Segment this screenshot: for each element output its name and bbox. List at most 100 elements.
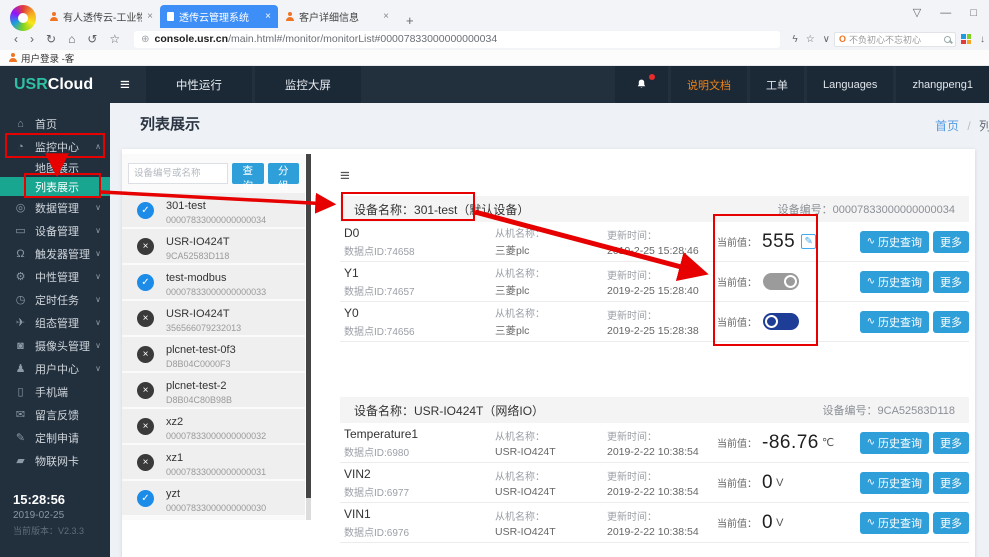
status-badge: ✓	[137, 273, 154, 291]
docs-link[interactable]: 说明文档	[670, 66, 747, 103]
device-list-item[interactable]: × USR-IO424T 9CA52583D118	[122, 229, 305, 263]
group-button[interactable]: 分组	[267, 163, 299, 192]
tab-close-icon[interactable]: ×	[147, 11, 153, 22]
status-badge: ×	[137, 237, 154, 255]
bell-icon	[637, 79, 646, 88]
undo-icon[interactable]: ↺	[87, 32, 97, 46]
search-icon[interactable]	[944, 35, 951, 43]
history-query-button[interactable]: ∿ 历史查询	[859, 270, 929, 293]
sidebar-item-data-mgmt[interactable]: ◎ 数据管理 ∨	[0, 196, 110, 219]
sidebar-item-feedback[interactable]: ✉ 留言反馈	[0, 403, 110, 426]
sidebar-item-iot-card[interactable]: ▰ 物联网卡	[0, 449, 110, 472]
more-button[interactable]: 更多	[933, 471, 969, 494]
site-info-icon[interactable]: ⊕	[141, 34, 149, 45]
device-list-item[interactable]: ✓ test-modbus 00007833000000000033	[122, 265, 305, 299]
browser-search-box[interactable]: O 不负初心不忘初心	[834, 31, 956, 47]
more-button[interactable]: 更多	[933, 270, 969, 293]
sidebar-item-list-view[interactable]: 列表展示	[0, 177, 110, 196]
tab-close-icon[interactable]: ×	[383, 11, 389, 22]
search-button[interactable]: 查询	[232, 163, 264, 192]
sidebar-item-timed-tasks[interactable]: ◷ 定时任务 ∨	[0, 288, 110, 311]
tab-close-icon[interactable]: ×	[265, 11, 271, 22]
status-badge: ×	[137, 453, 154, 471]
favorite-star-icon[interactable]: ☆	[806, 34, 815, 45]
toggle-switch[interactable]	[763, 313, 799, 330]
chevron-down-icon: ∨	[95, 364, 101, 373]
value-unit: V	[776, 476, 784, 489]
bookmark-star-icon[interactable]: ☆	[109, 32, 120, 46]
edit-value-icon[interactable]: ✎	[801, 234, 817, 249]
menu-item-neutral-run[interactable]: 中性运行	[145, 66, 252, 103]
pencil-icon: ✎	[15, 432, 26, 444]
sidebar-item-custom-request[interactable]: ✎ 定制申请	[0, 426, 110, 449]
history-query-button[interactable]: ∿ 历史查询	[859, 511, 929, 534]
new-tab-button[interactable]: +	[406, 13, 414, 28]
apps-grid-icon[interactable]	[961, 34, 971, 44]
language-menu[interactable]: Languages	[806, 66, 894, 103]
more-button[interactable]: 更多	[933, 431, 969, 454]
chevron-down-icon: ∨	[95, 318, 101, 327]
notification-bell[interactable]	[614, 66, 668, 103]
device-search-input[interactable]	[128, 163, 228, 184]
download-icon[interactable]: ↓	[980, 34, 985, 45]
device-list-item[interactable]: × plcnet-test-2 D8B04C80B98B	[122, 373, 305, 407]
tab-customer-detail[interactable]: 客户详细信息 ×	[278, 5, 396, 28]
more-button[interactable]: 更多	[933, 310, 969, 333]
breadcrumb-home-link[interactable]: 首页	[935, 119, 959, 133]
address-bar[interactable]: ⊕ console.usr.cn/main.html#/monitor/moni…	[134, 30, 781, 48]
device-list-item[interactable]: ✓ yzt 00007833000000000030	[122, 481, 305, 515]
user-menu[interactable]: zhangpeng1	[896, 66, 989, 103]
tab-usr-site[interactable]: 有人透传云-工业物联网云 ×	[42, 5, 160, 28]
sidebar-item-monitor-center[interactable]: ◔ 监控中心 ∧	[0, 135, 110, 158]
sidebar-item-config-mgmt[interactable]: ✈ 组态管理 ∨	[0, 311, 110, 334]
bell-icon: Ω	[16, 247, 25, 260]
sidebar-item-camera-mgmt[interactable]: ◙ 摄像头管理 ∨	[0, 334, 110, 357]
status-badge: ×	[137, 381, 154, 399]
app-logo[interactable]: USR Cloud	[0, 66, 108, 103]
device-list-item[interactable]: ✓ 301-test 00007833000000000034	[122, 193, 305, 227]
chevron-down-icon: ∨	[95, 249, 101, 258]
scrollbar-thumb[interactable]	[306, 154, 311, 499]
dropdown-icon[interactable]: ∨	[823, 34, 830, 45]
home-icon[interactable]: ⌂	[68, 32, 75, 46]
bookmark-item[interactable]: 用户登录 -客	[21, 51, 74, 65]
history-query-button[interactable]: ∿ 历史查询	[859, 431, 929, 454]
menu-item-monitor-screen[interactable]: 监控大屏	[254, 66, 361, 103]
back-icon[interactable]: ‹	[14, 32, 18, 46]
sidebar-collapse-icon[interactable]: ≡	[108, 66, 142, 103]
more-button[interactable]: 更多	[933, 511, 969, 534]
feedback-icon: ✉	[15, 409, 26, 421]
history-query-button[interactable]: ∿ 历史查询	[859, 230, 929, 253]
sidebar-item-neutral-mgmt[interactable]: ⚙ 中性管理 ∨	[0, 265, 110, 288]
toggle-switch[interactable]	[763, 273, 799, 290]
ticket-link[interactable]: 工单	[749, 66, 804, 103]
chevron-down-icon: ∨	[95, 295, 101, 304]
device-section-header: 设备名称：USR-IO424T（网络IO） 设备编号：9CA52583D118	[340, 397, 969, 423]
scrollbar[interactable]	[306, 154, 311, 520]
window-controls[interactable]: ▽ — □	[913, 6, 985, 19]
lightning-icon[interactable]: ϟ	[792, 34, 797, 45]
sidebar-item-mobile[interactable]: ▯ 手机端	[0, 380, 110, 403]
device-list-item[interactable]: × xz2 00007833000000000032	[122, 409, 305, 443]
history-query-button[interactable]: ∿ 历史查询	[859, 471, 929, 494]
sidebar-item-map-view[interactable]: 地图展示	[0, 158, 110, 177]
sidebar-item-home[interactable]: ⌂ 首页	[0, 112, 110, 135]
device-list-item[interactable]: × USR-IO424T 356566079232013	[122, 301, 305, 335]
device-list-item[interactable]: × xz1 00007833000000000031	[122, 445, 305, 479]
history-chart-icon: ∿	[866, 517, 875, 528]
sidebar-item-user-center[interactable]: ♟ 用户中心 ∨	[0, 357, 110, 380]
device-list-item[interactable]: × plcnet-test-0f3 D8B04C0000F3	[122, 337, 305, 371]
sidebar-item-device-mgmt[interactable]: ▭ 设备管理 ∨	[0, 219, 110, 242]
chevron-down-icon: ∨	[95, 203, 101, 212]
forward-icon[interactable]: ›	[30, 32, 34, 46]
tab-console-active[interactable]: 透传云管理系统 ×	[160, 5, 278, 28]
history-chart-icon: ∿	[866, 276, 875, 287]
usr-person-icon	[8, 53, 17, 62]
current-time: 15:28:56	[13, 492, 66, 507]
history-query-button[interactable]: ∿ 历史查询	[859, 310, 929, 333]
collapse-panel-icon[interactable]: ≡	[340, 166, 975, 185]
browser-logo[interactable]	[10, 5, 36, 31]
refresh-icon[interactable]: ↻	[46, 32, 56, 46]
sidebar-item-trigger-mgmt[interactable]: Ω 触发器管理 ∨	[0, 242, 110, 265]
more-button[interactable]: 更多	[933, 230, 969, 253]
